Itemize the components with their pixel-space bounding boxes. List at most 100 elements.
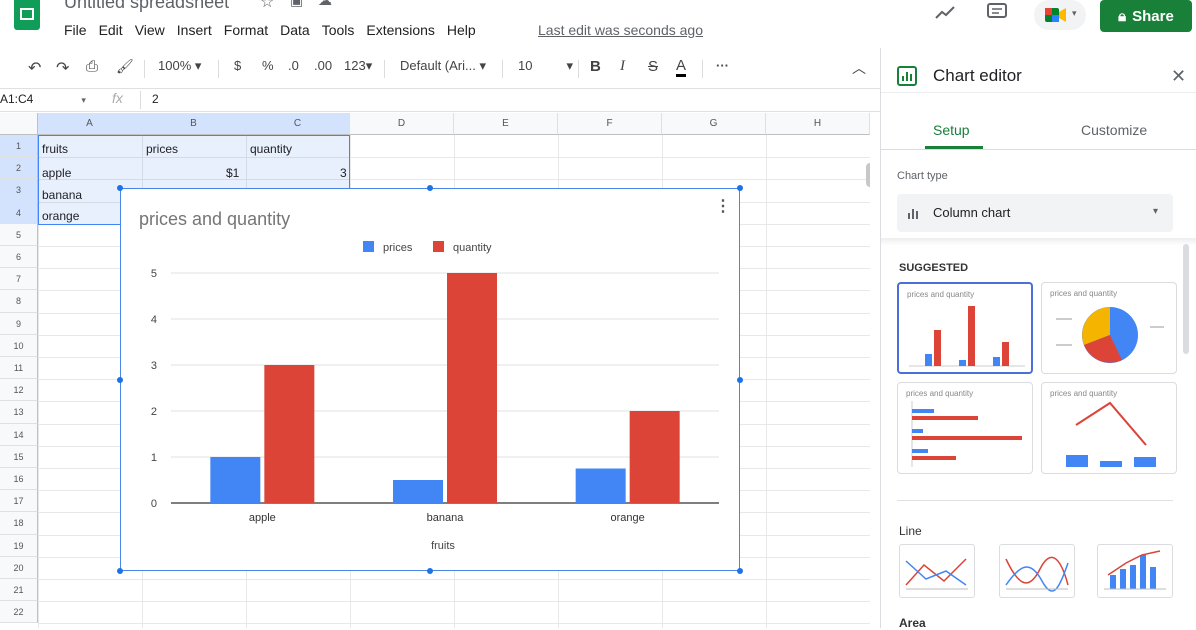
cell-b2[interactable]: $1 [226, 166, 239, 180]
zoom-select[interactable]: 100% ▾ [158, 58, 201, 74]
suggested-combo-chart[interactable]: prices and quantity [1041, 382, 1177, 474]
undo-icon[interactable]: ↶ [28, 58, 41, 78]
combo-line-chart-option[interactable] [1097, 544, 1173, 598]
line-chart-option[interactable] [899, 544, 975, 598]
resize-handle-n[interactable] [427, 185, 433, 191]
row-header-22[interactable]: 22 [0, 601, 38, 624]
bar-quantity-orange[interactable] [629, 411, 680, 503]
row-header-8[interactable]: 8 [0, 290, 38, 313]
column-header-g[interactable]: G [662, 113, 766, 135]
resize-handle-se[interactable] [737, 568, 743, 574]
cell-c2[interactable]: 3 [340, 166, 347, 180]
chart-legend[interactable]: prices quantity [363, 241, 492, 254]
suggested-pie-chart[interactable]: prices and quantity [1041, 282, 1177, 374]
row-header-3[interactable]: 3 [0, 179, 38, 202]
cell-b1[interactable]: prices [146, 142, 178, 156]
redo-icon[interactable]: ↷ [56, 58, 69, 78]
row-header-14[interactable]: 14 [0, 423, 38, 446]
resize-handle-s[interactable] [427, 568, 433, 574]
number-format-select[interactable]: 123▾ [344, 58, 372, 74]
column-header-d[interactable]: D [350, 113, 454, 135]
row-header-1[interactable]: 1 [0, 135, 38, 158]
strikethrough-button[interactable]: S [648, 58, 658, 75]
embedded-chart[interactable]: prices and quantity prices quantity 0 1 2 3 4… [120, 188, 740, 571]
row-header-19[interactable]: 19 [0, 534, 38, 557]
menu-data[interactable]: Data [280, 22, 310, 38]
tab-customize[interactable]: Customize [1081, 122, 1147, 138]
cell-a4[interactable]: orange [42, 209, 79, 223]
column-header-b[interactable]: B [142, 113, 246, 135]
column-header-e[interactable]: E [454, 113, 558, 135]
column-header-c[interactable]: C [246, 113, 350, 135]
row-header-9[interactable]: 9 [0, 312, 38, 335]
more-options-button[interactable]: ··· [716, 58, 729, 73]
italic-button[interactable]: I [620, 58, 625, 75]
panel-scrollbar-thumb[interactable] [1183, 244, 1189, 354]
move-folder-icon[interactable]: ▣ [290, 0, 303, 9]
row-header-13[interactable]: 13 [0, 401, 38, 424]
resize-handle-sw[interactable] [117, 568, 123, 574]
star-icon[interactable]: ☆ [260, 0, 274, 12]
menu-extensions[interactable]: Extensions [366, 22, 434, 38]
row-header-6[interactable]: 6 [0, 246, 38, 269]
chart-kebab-menu-icon[interactable]: ⋮ [715, 198, 731, 215]
tab-setup[interactable]: Setup [933, 122, 970, 138]
document-title[interactable]: Untitled spreadsheet [64, 0, 229, 13]
increase-decimal-button[interactable]: .00 [314, 58, 332, 73]
cell-a3[interactable]: banana [42, 188, 82, 202]
close-icon[interactable]: ✕ [1171, 66, 1186, 87]
comments-icon[interactable] [986, 2, 1008, 27]
resize-handle-nw[interactable] [117, 185, 123, 191]
resize-handle-w[interactable] [117, 377, 123, 383]
font-size-select[interactable]: 10 ▾ [518, 58, 573, 74]
chart-type-select[interactable]: Column chart ▾ [897, 194, 1173, 232]
formula-input[interactable]: 2 [152, 92, 159, 106]
row-header-5[interactable]: 5 [0, 223, 38, 246]
row-header-16[interactable]: 16 [0, 468, 38, 491]
row-header-20[interactable]: 20 [0, 556, 38, 579]
column-header-a[interactable]: A [38, 113, 142, 135]
column-header-h[interactable]: H [766, 113, 870, 135]
row-header-4[interactable]: 4 [0, 201, 38, 224]
meet-button[interactable]: ▾ [1034, 0, 1086, 30]
currency-button[interactable]: $ [234, 58, 241, 73]
column-header-f[interactable]: F [558, 113, 662, 135]
name-box[interactable]: A1:C4 ▾ [0, 92, 86, 106]
menu-help[interactable]: Help [447, 22, 476, 38]
cell-a1[interactable]: fruits [42, 142, 68, 156]
menu-insert[interactable]: Insert [177, 22, 212, 38]
suggested-column-chart[interactable]: prices and quantity [897, 282, 1033, 374]
row-header-2[interactable]: 2 [0, 157, 38, 180]
grid-scrollbar-thumb[interactable] [866, 163, 870, 187]
menu-file[interactable]: File [64, 22, 87, 38]
smooth-line-chart-option[interactable] [999, 544, 1075, 598]
paint-format-icon[interactable]: 🖌︎ [116, 58, 134, 75]
last-edit-link[interactable]: Last edit was seconds ago [538, 22, 703, 38]
menu-tools[interactable]: Tools [322, 22, 355, 38]
font-select[interactable]: Default (Ari... ▾ [400, 58, 486, 74]
menu-edit[interactable]: Edit [99, 22, 123, 38]
bold-button[interactable]: B [590, 58, 601, 75]
row-header-11[interactable]: 11 [0, 357, 38, 380]
cloud-status-icon[interactable]: ☁ [318, 0, 332, 9]
row-header-10[interactable]: 10 [0, 334, 38, 357]
chevron-up-icon[interactable]: ︿ [852, 58, 866, 78]
percent-button[interactable]: % [262, 58, 274, 73]
row-header-18[interactable]: 18 [0, 512, 38, 535]
text-color-button[interactable]: A [676, 58, 687, 77]
cell-c1[interactable]: quantity [250, 142, 292, 156]
row-header-17[interactable]: 17 [0, 490, 38, 513]
share-button[interactable]: 🔒︎ Share [1100, 0, 1192, 32]
bar-prices-orange[interactable] [575, 468, 626, 504]
sheets-logo-icon[interactable] [14, 0, 40, 30]
menu-view[interactable]: View [135, 22, 165, 38]
menu-format[interactable]: Format [224, 22, 268, 38]
row-header-12[interactable]: 12 [0, 379, 38, 402]
row-header-21[interactable]: 21 [0, 579, 38, 602]
suggested-bar-chart[interactable]: prices and quantity [897, 382, 1033, 474]
trend-icon[interactable] [934, 4, 956, 27]
bar-prices-banana[interactable] [393, 480, 443, 503]
select-all-corner[interactable] [0, 113, 38, 135]
bar-quantity-banana[interactable] [447, 273, 497, 503]
print-icon[interactable]: ⎙ [86, 58, 98, 75]
